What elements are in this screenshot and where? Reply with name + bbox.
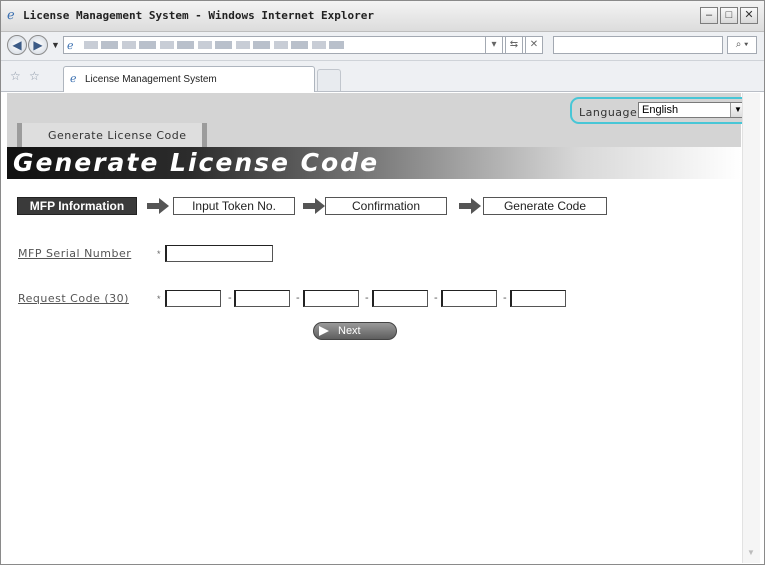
separator: - xyxy=(434,292,438,304)
generate-license-code-tab-label: Generate License Code xyxy=(48,129,187,142)
separator: - xyxy=(228,292,232,304)
step-arrow-icon xyxy=(459,198,481,214)
step-generate-code: Generate Code xyxy=(483,197,607,215)
address-bar: ◀ ▶ ▼ ℯ ▾ ⇆ ✕ ⌕ ▾ xyxy=(1,32,764,61)
page-icon: ℯ xyxy=(67,40,74,52)
request-code-input-5[interactable] xyxy=(441,290,497,307)
mfp-serial-number-input[interactable] xyxy=(165,245,273,262)
language-label: Language xyxy=(579,106,638,119)
request-code-input-3[interactable] xyxy=(303,290,359,307)
mfp-serial-number-label: MFP Serial Number xyxy=(18,247,132,260)
step-label: Generate Code xyxy=(503,199,587,213)
request-code-input-4[interactable] xyxy=(372,290,428,307)
url-input[interactable]: ℯ xyxy=(63,36,534,54)
maximize-icon[interactable]: □ xyxy=(720,7,738,24)
step-label: Confirmation xyxy=(351,199,421,213)
step-label: MFP Information xyxy=(29,199,125,213)
language-selected-value: English xyxy=(642,104,679,116)
next-button-label: Next xyxy=(338,325,361,337)
step-input-token: Input Token No. xyxy=(173,197,295,215)
tab-license-management[interactable]: ℯ License Management System xyxy=(63,66,315,92)
language-select[interactable]: English ▼ xyxy=(638,102,746,118)
ie-logo-icon: ℯ xyxy=(7,7,15,22)
favorites-star-icon[interactable]: ☆ xyxy=(10,69,21,83)
scroll-down-icon[interactable]: ▼ xyxy=(747,548,755,557)
vertical-scrollbar[interactable]: ▼ xyxy=(742,93,760,563)
step-label: Input Token No. xyxy=(192,199,276,213)
required-mark: * xyxy=(157,249,161,259)
close-icon[interactable]: ✕ xyxy=(740,7,758,24)
browser-window: ℯ License Management System - Windows In… xyxy=(0,0,765,565)
tab-bar: ☆ ☆ ℯ License Management System xyxy=(1,61,764,92)
ie-page-icon: ℯ xyxy=(70,73,77,85)
title-bar: ℯ License Management System - Windows In… xyxy=(1,1,764,32)
tab-label: License Management System xyxy=(85,74,217,85)
back-arrow-icon[interactable]: ◀ xyxy=(7,35,27,55)
stop-icon[interactable]: ✕ xyxy=(525,36,543,54)
generate-license-code-tab[interactable]: Generate License Code xyxy=(17,123,207,147)
page-banner: Generate License Code xyxy=(7,147,741,179)
separator: - xyxy=(296,292,300,304)
search-input[interactable] xyxy=(553,36,723,54)
step-indicator: MFP Information Input Token No. Confirma… xyxy=(7,197,747,217)
step-confirmation: Confirmation xyxy=(325,197,447,215)
language-highlight: Language English ▼ xyxy=(570,97,752,124)
play-arrow-icon xyxy=(319,326,329,336)
window-title: License Management System - Windows Inte… xyxy=(23,9,374,22)
add-favorites-icon[interactable]: ☆ xyxy=(29,69,40,83)
required-mark: * xyxy=(157,294,161,304)
page-title: Generate License Code xyxy=(13,148,380,177)
step-arrow-icon xyxy=(303,198,325,214)
new-tab-button[interactable] xyxy=(317,69,341,91)
header-bar: Language English ▼ Generate License Code xyxy=(7,93,752,147)
search-icon[interactable]: ⌕ ▾ xyxy=(727,36,757,54)
refresh-icon[interactable]: ⇆ xyxy=(505,36,523,54)
separator: - xyxy=(365,292,369,304)
history-dropdown-icon[interactable]: ▼ xyxy=(51,40,60,50)
step-arrow-icon xyxy=(147,198,169,214)
step-mfp-information: MFP Information xyxy=(17,197,137,215)
request-code-input-1[interactable] xyxy=(165,290,221,307)
forward-arrow-icon[interactable]: ▶ xyxy=(28,35,48,55)
minimize-icon[interactable]: – xyxy=(700,7,718,24)
next-button[interactable]: Next xyxy=(313,322,397,340)
url-text-obscured xyxy=(84,41,344,49)
request-code-input-2[interactable] xyxy=(234,290,290,307)
page-content: Language English ▼ Generate License Code… xyxy=(7,93,759,563)
separator: - xyxy=(503,292,507,304)
request-code-input-6[interactable] xyxy=(510,290,566,307)
url-dropdown-icon[interactable]: ▾ xyxy=(485,36,503,54)
request-code-label: Request Code (30) xyxy=(18,292,129,305)
